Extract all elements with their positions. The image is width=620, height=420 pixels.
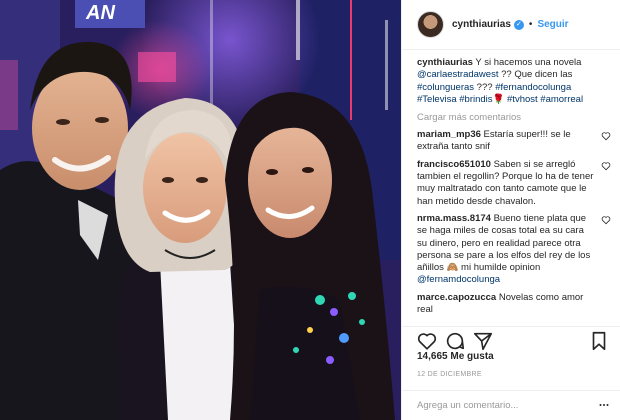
caption-username[interactable]: cynthiaurias	[417, 57, 473, 68]
hashtag-link[interactable]: #fernandocolunga	[495, 82, 571, 93]
caption-text: ?? Que dicen las	[498, 69, 573, 81]
follow-button[interactable]: Seguir	[537, 19, 568, 30]
bookmark-icon[interactable]	[588, 330, 610, 352]
comment-username[interactable]: marce.capozucca	[417, 292, 496, 303]
action-bar	[402, 326, 620, 351]
comment-item: nrma.mass.8174 Bueno tiene plata que se …	[417, 213, 613, 287]
comment-item: marce.capozucca Novelas como amor real	[417, 292, 613, 317]
hashtag-link[interactable]: #brindis	[459, 94, 492, 105]
separator-dot: •	[528, 19, 533, 30]
post-caption: cynthiaurias Y si hacemos una novela @ca…	[417, 57, 613, 106]
post-side-panel: cynthiaurias ✓ • Seguir cynthiaurias Y s…	[401, 0, 620, 420]
post-date: 12 DE DICIEMBRE	[417, 371, 482, 378]
comment-username[interactable]: nrma.mass.8174	[417, 213, 491, 224]
comment-like-heart-icon[interactable]	[601, 161, 611, 171]
comment-input[interactable]	[417, 400, 567, 411]
like-count[interactable]: 14,665 Me gusta	[417, 351, 494, 362]
hashtag-link[interactable]: #tvhost	[507, 94, 538, 105]
hashtag-link[interactable]: #colungueras	[417, 82, 474, 93]
comment-username[interactable]: francisco651010	[417, 159, 491, 170]
caption-text: Y si hacemos una novela	[472, 57, 582, 68]
comment-item: mariam_mp36 Estaría super!!! se le extra…	[417, 129, 613, 154]
add-comment-bar	[402, 390, 620, 420]
more-options-icon[interactable]	[599, 402, 609, 408]
hashtag-link[interactable]: #amorreal	[540, 94, 583, 105]
photo-illustration: AN	[0, 0, 401, 420]
comment-icon[interactable]	[444, 330, 466, 352]
rose-emoji: 🌹	[492, 93, 505, 105]
comment-item: francisco651010 Saben si se arregló tamb…	[417, 159, 613, 208]
comment-mention[interactable]: @fernamdocolunga	[417, 274, 500, 285]
caption-mention[interactable]: @carlaestradawest	[417, 69, 498, 80]
hashtag-link[interactable]: #Televisa	[417, 94, 457, 105]
comment-like-heart-icon[interactable]	[601, 131, 611, 141]
verified-badge-icon: ✓	[513, 19, 524, 30]
share-icon[interactable]	[472, 330, 494, 352]
post-header: cynthiaurias ✓ • Seguir	[402, 0, 620, 50]
comment-username[interactable]: mariam_mp36	[417, 129, 481, 140]
heart-icon[interactable]	[416, 330, 438, 352]
post-photo[interactable]: AN	[0, 0, 401, 420]
load-more-comments-link[interactable]: Cargar más comentarios	[417, 112, 613, 123]
background-sign: AN	[85, 2, 115, 24]
header-username[interactable]: cynthiaurias	[452, 19, 511, 30]
comments-list[interactable]: cynthiaurias Y si hacemos una novela @ca…	[417, 57, 613, 323]
comment-like-heart-icon[interactable]	[601, 215, 611, 225]
caption-text: ???	[474, 81, 496, 93]
avatar[interactable]	[417, 11, 444, 38]
